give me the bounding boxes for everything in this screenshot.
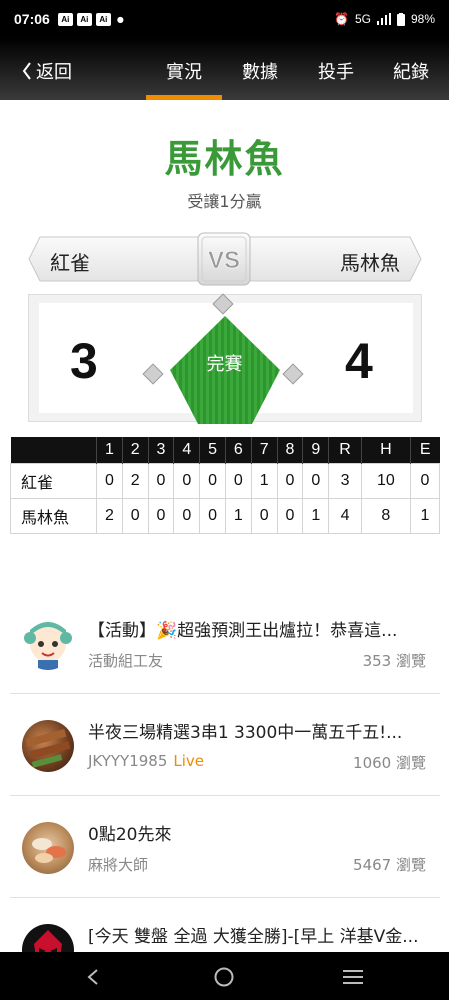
inning-header: 9 <box>302 437 329 463</box>
table-cell: 1 <box>302 497 330 534</box>
food-photo-avatar <box>22 720 74 772</box>
table-cell: 0 <box>173 462 201 499</box>
team-name-cell: 紅雀 <box>10 462 97 499</box>
clock: 07:06 <box>14 11 50 27</box>
view-count: 5467 瀏覽 <box>353 856 426 874</box>
red-mask-avatar <box>22 924 74 952</box>
boxscore-header: 1 2 3 4 5 6 7 8 9 R H E <box>10 437 440 463</box>
table-cell: 2 <box>121 462 149 499</box>
status-bar: 07:06 Ai Ai Ai ● ⏰ 5G 98% <box>0 0 449 38</box>
author-name: 活動組工友 <box>88 652 164 670</box>
tab-pitchers[interactable]: 投手 <box>318 58 354 84</box>
author-name: JKYYY1985 <box>88 752 168 770</box>
chevron-left-icon <box>22 62 31 80</box>
more-notifications-icon: ● <box>116 14 124 24</box>
system-navigation-bar <box>0 952 449 1000</box>
tab-records[interactable]: 紀錄 <box>393 58 429 84</box>
table-cell: 0 <box>121 497 149 534</box>
nav-home-icon[interactable] <box>213 966 235 988</box>
post-author: JKYYY1985 Live <box>88 752 204 770</box>
back-label: 返回 <box>36 62 72 83</box>
nav-recents-icon[interactable] <box>342 968 364 986</box>
app-notification-icon: Ai <box>57 12 73 26</box>
post-author: 活動組工友 <box>88 650 163 671</box>
app-header: 返回 實況 數據 投手 紀錄 <box>0 38 449 100</box>
table-cell: 4 <box>328 497 362 534</box>
inning-header: 6 <box>224 437 252 463</box>
battery-level: 98% <box>410 12 435 26</box>
post-title[interactable]: 【活動】🎉超強預測王出爐拉！恭喜這... <box>88 616 428 641</box>
runs-header: R <box>328 437 362 463</box>
table-cell: 8 <box>360 497 411 534</box>
table-cell: 0 <box>302 462 330 499</box>
vs-text: VS <box>208 247 240 274</box>
table-cell: 0 <box>276 462 304 499</box>
inning-header: 8 <box>276 437 303 463</box>
table-row: 紅雀 0 2 0 0 0 0 1 0 0 3 10 0 <box>10 462 441 499</box>
table-cell: 1 <box>250 462 278 499</box>
back-button[interactable]: 返回 <box>22 58 72 84</box>
list-item[interactable]: [今天 雙盤 全過 大獲全勝]-[早上 洋基V金... <box>10 898 440 952</box>
table-cell: 0 <box>173 497 201 534</box>
post-title[interactable]: 0點20先來 <box>88 820 428 845</box>
table-cell: 1 <box>409 497 441 534</box>
live-badge: Live <box>173 752 205 770</box>
post-author: 麻將大師 <box>88 854 148 875</box>
handicap-result: 受讓1分贏 <box>187 192 262 211</box>
post-title[interactable]: [今天 雙盤 全過 大獲全勝]-[早上 洋基V金... <box>88 922 428 947</box>
inning-header: 4 <box>173 437 200 463</box>
table-cell: 3 <box>328 462 362 499</box>
view-count: 353 瀏覽 <box>362 652 426 670</box>
winner-title: 馬林魚 <box>164 137 285 181</box>
list-item[interactable]: 【活動】🎉超強預測王出爐拉！恭喜這... 活動組工友 353 瀏覽 <box>10 592 440 694</box>
post-title[interactable]: 半夜三場精選3串1 3300中一萬五千五!... <box>88 718 428 743</box>
nav-back-icon[interactable] <box>86 968 100 986</box>
network-label: 5G <box>354 12 371 26</box>
app-notification-icon: Ai <box>95 12 111 26</box>
table-cell: 0 <box>199 497 226 534</box>
author-name: 麻將大師 <box>88 856 149 874</box>
table-cell: 0 <box>224 462 252 499</box>
home-team-name: 馬林魚 <box>340 251 400 275</box>
table-cell: 0 <box>199 462 226 499</box>
table-cell: 0 <box>96 462 123 499</box>
table-cell: 0 <box>147 462 175 499</box>
alarm-icon: ⏰ <box>334 12 349 26</box>
table-cell: 0 <box>147 497 175 534</box>
table-cell: 0 <box>250 497 278 534</box>
active-tab-indicator <box>146 95 222 100</box>
tab-stats[interactable]: 數據 <box>242 58 278 84</box>
inning-header: 7 <box>250 437 278 463</box>
inning-header: 2 <box>121 437 149 463</box>
list-item[interactable]: 0點20先來 麻將大師 5467 瀏覽 <box>10 796 440 898</box>
table-cell: 0 <box>276 497 304 534</box>
tab-live[interactable]: 實況 <box>166 58 202 84</box>
app-notification-icon: Ai <box>76 12 92 26</box>
cartoon-avatar <box>22 618 74 670</box>
inning-header: 3 <box>147 437 174 463</box>
game-state: 完賽 <box>206 354 243 375</box>
errors-header: E <box>409 437 440 463</box>
hits-header: H <box>360 437 411 463</box>
inning-header: 1 <box>96 437 123 463</box>
view-count: 1060 瀏覽 <box>353 754 426 772</box>
battery-icon <box>396 12 405 26</box>
vs-badge: VS <box>197 232 251 286</box>
team-name-cell: 馬林魚 <box>10 497 97 534</box>
table-row: 馬林魚 2 0 0 0 0 1 0 0 1 4 8 1 <box>10 497 441 534</box>
away-team-name: 紅雀 <box>50 251 90 275</box>
table-cell: 0 <box>409 462 441 499</box>
sushi-photo-avatar <box>22 822 74 874</box>
table-cell: 2 <box>96 497 123 534</box>
signal-icon <box>376 13 391 25</box>
table-cell: 10 <box>360 462 411 499</box>
list-item[interactable]: 半夜三場精選3串1 3300中一萬五千五!... JKYYY1985 Live 1… <box>10 694 440 796</box>
inning-header: 5 <box>199 437 226 463</box>
boxscore-table: 1 2 3 4 5 6 7 8 9 R H E 紅雀 0 2 0 0 0 0 1… <box>10 437 441 534</box>
table-cell: 1 <box>224 497 252 534</box>
